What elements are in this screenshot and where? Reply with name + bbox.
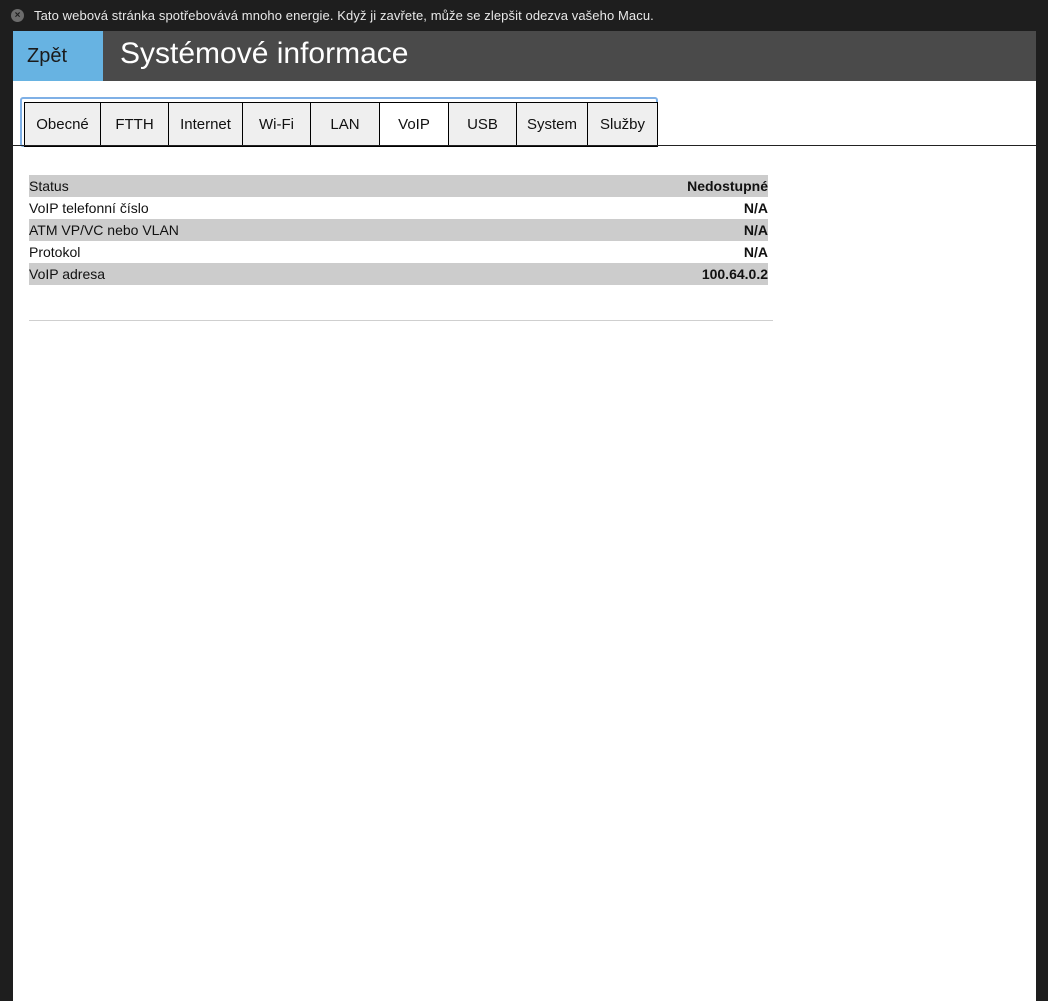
page-title: Systémové informace [120,37,409,70]
tab-sluzby[interactable]: Služby [587,102,658,147]
atm-vlan-value: N/A [743,222,768,238]
tab-voip[interactable]: VoIP [379,102,448,147]
phone-number-label: VoIP telefonní číslo [29,200,149,216]
tab-ftth[interactable]: FTTH [100,102,168,147]
status-value: Nedostupné [687,178,768,194]
protocol-label: Protokol [29,244,81,260]
table-row: VoIP adresa 100.64.0.2 [29,263,768,285]
tab-usb[interactable]: USB [448,102,516,147]
protocol-value: N/A [743,244,768,260]
tab-wifi[interactable]: Wi-Fi [242,102,310,147]
tab-lan[interactable]: LAN [310,102,379,147]
atm-vlan-label: ATM VP/VC nebo VLAN [29,222,179,238]
tab-obecne[interactable]: Obecné [24,102,100,147]
voip-address-label: VoIP adresa [29,266,106,282]
table-row: ATM VP/VC nebo VLAN N/A [29,219,768,241]
back-button[interactable]: Zpět [13,31,103,81]
energy-warning-bar: × Tato webová stránka spotřebovává mnoho… [0,0,1048,31]
table-row: Status Nedostupné [29,175,768,197]
tab-underline [13,145,1036,146]
voip-address-value: 100.64.0.2 [701,266,768,282]
table-row: Protokol N/A [29,241,768,263]
tab-internet[interactable]: Internet [168,102,242,147]
energy-warning-text: Tato webová stránka spotřebovává mnoho e… [34,8,654,23]
table-row: VoIP telefonní číslo N/A [29,197,768,219]
divider [29,320,773,321]
close-icon[interactable]: × [11,9,24,22]
tab-system[interactable]: System [516,102,587,147]
voip-info-table: Status Nedostupné VoIP telefonní číslo N… [29,175,768,285]
status-label: Status [29,178,69,194]
tab-bar: Obecné FTTH Internet Wi-Fi LAN VoIP USB … [20,97,658,147]
phone-number-value: N/A [743,200,768,216]
page-header: Zpět Systémové informace [13,31,1036,81]
page-content: Zpět Systémové informace Obecné FTTH Int… [13,31,1036,1001]
